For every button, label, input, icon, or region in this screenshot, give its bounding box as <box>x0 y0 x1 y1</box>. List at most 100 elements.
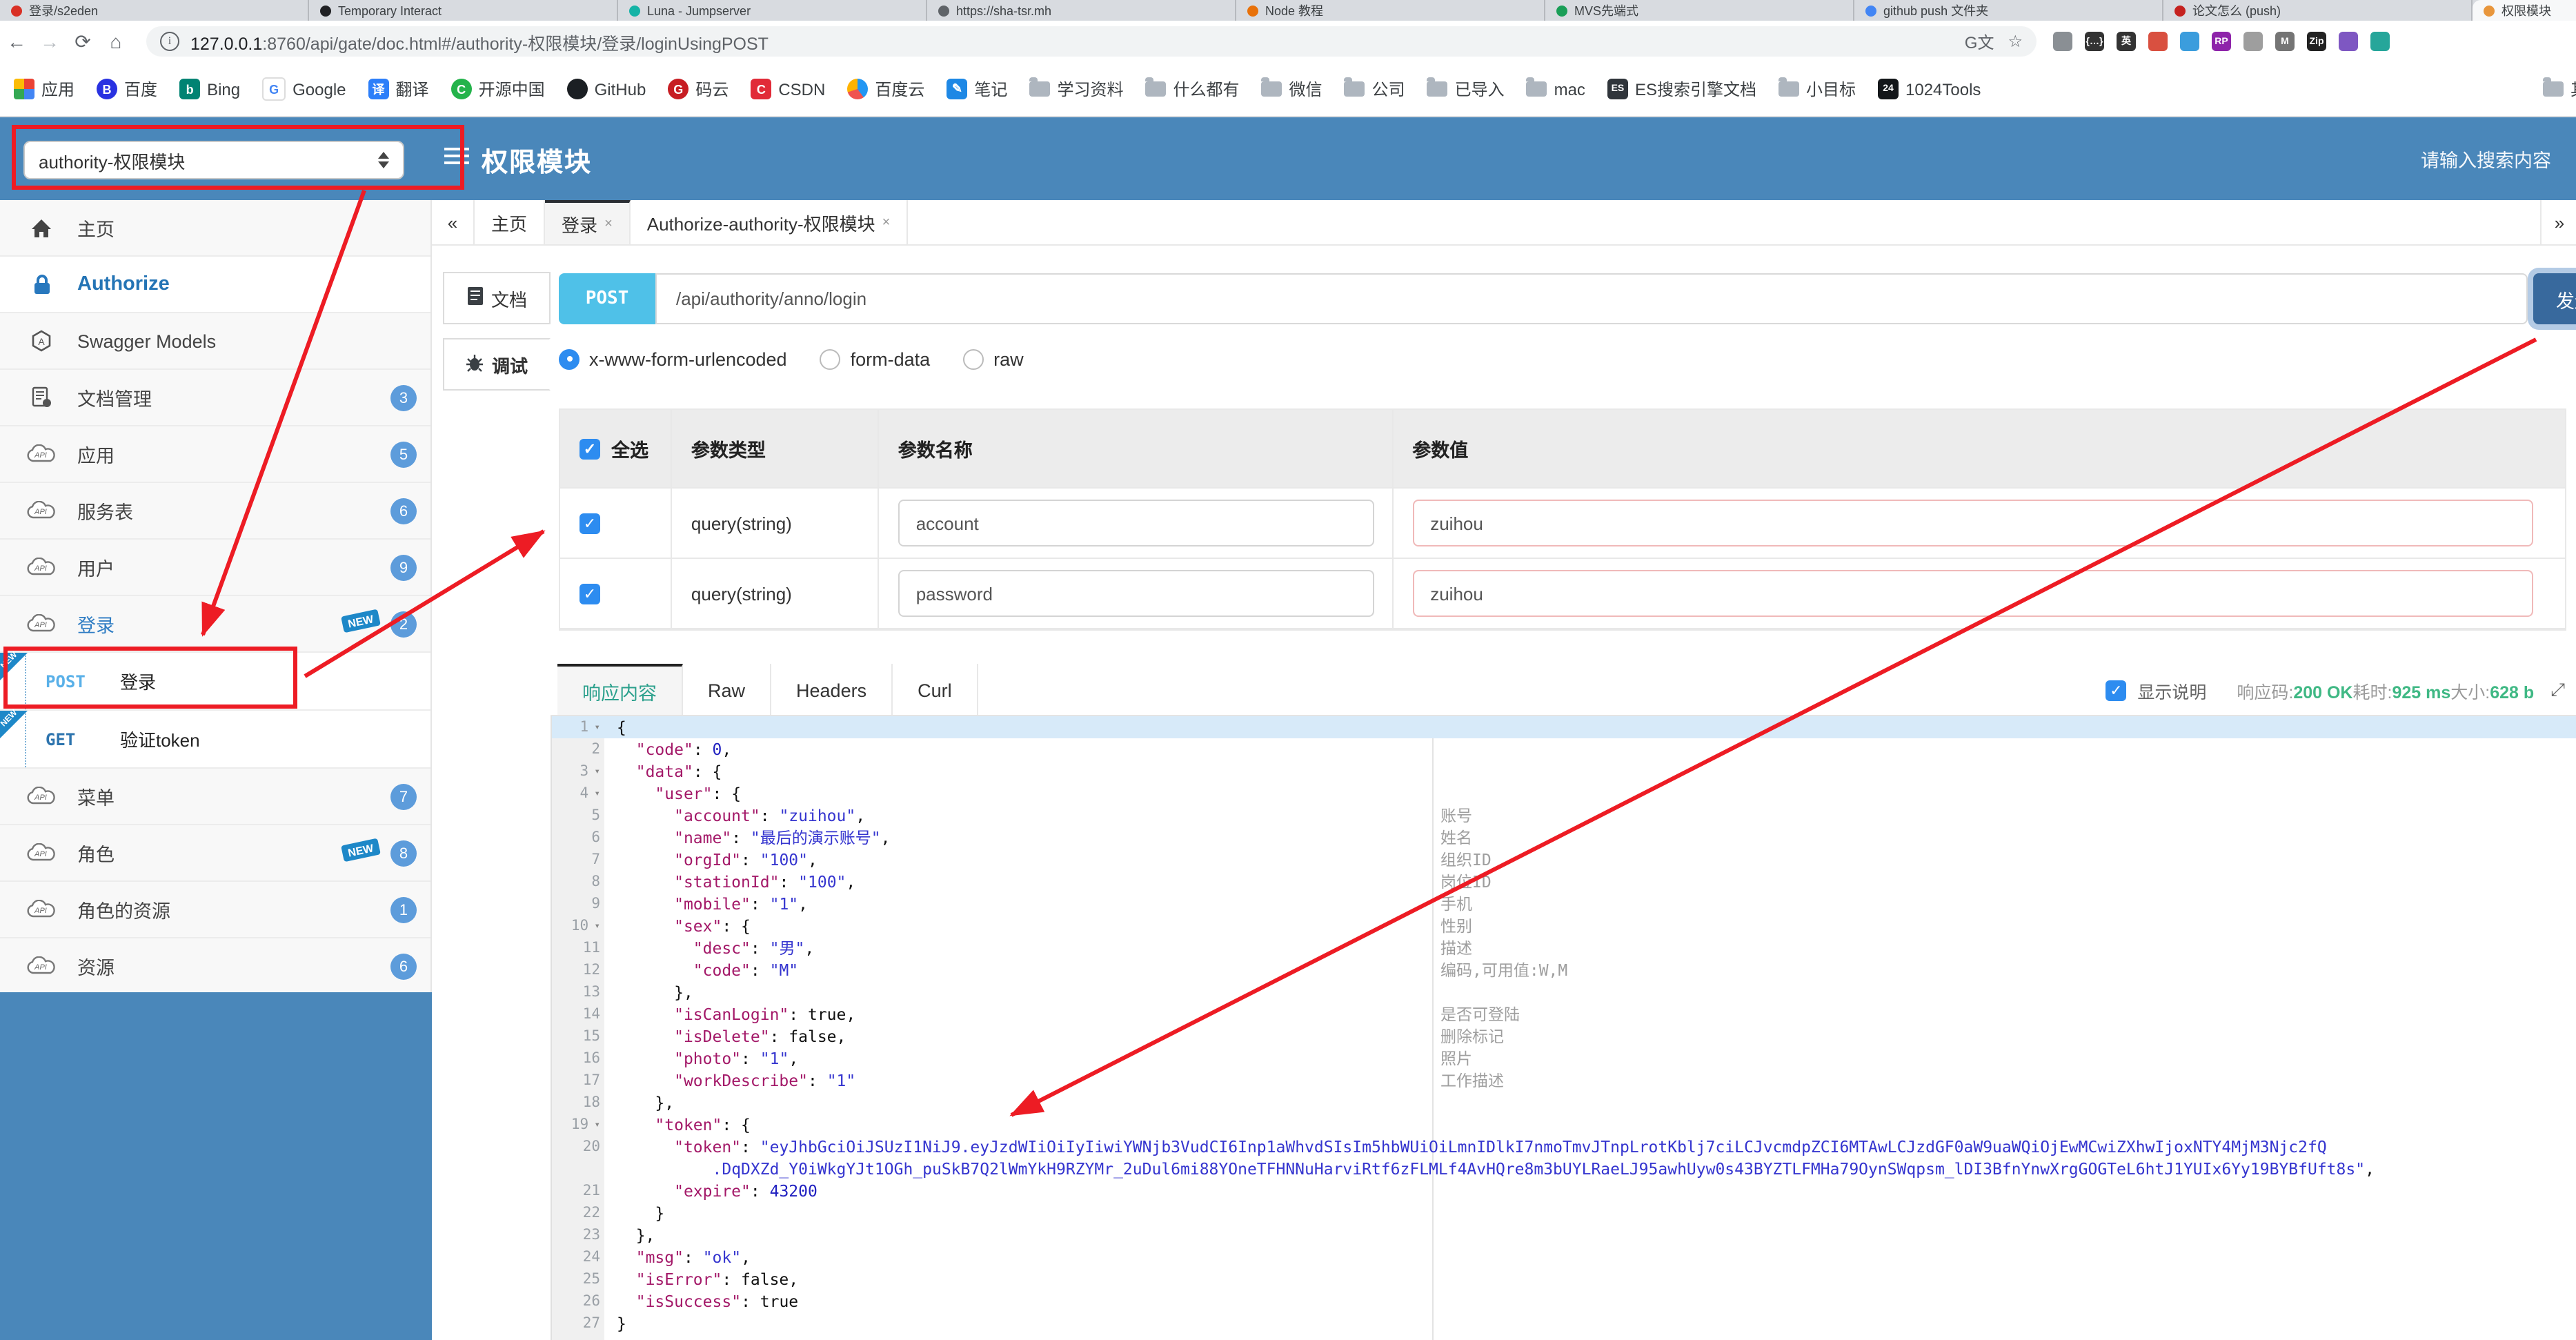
bookmark-item[interactable]: C 开源中国 <box>450 77 545 101</box>
response-tab-Raw[interactable]: Raw <box>683 664 772 716</box>
fold-caret-icon[interactable]: ▾ <box>588 788 600 799</box>
content-tab-登录[interactable]: 登录 × <box>545 200 631 244</box>
extension-icon[interactable] <box>2370 32 2390 51</box>
bookmark-item[interactable]: GitHub <box>566 79 646 99</box>
site-info-icon[interactable]: i <box>160 32 179 51</box>
sidebar-item-服务表[interactable]: API 服务表 6 <box>0 483 430 540</box>
extension-icon[interactable]: RP <box>2212 32 2231 51</box>
extension-icon[interactable]: Zip <box>2307 32 2326 51</box>
bookmark-item[interactable]: ✎ 笔记 <box>947 77 1007 101</box>
tabs-collapse-button[interactable]: « <box>432 200 475 244</box>
content-type-option[interactable]: x-www-form-urlencoded <box>559 348 787 369</box>
fold-caret-icon[interactable]: ▾ <box>588 722 600 733</box>
fold-caret-icon[interactable]: ▾ <box>588 766 600 777</box>
bookmark-item[interactable]: 已导入 <box>1427 77 1505 101</box>
content-tab-Authorize-authority-权限模块[interactable]: Authorize-authority-权限模块 × <box>631 200 909 244</box>
sidebar-item-get-验证token[interactable]: NEW GET 验证token <box>0 709 430 769</box>
fold-caret-icon[interactable]: ▾ <box>588 1119 600 1130</box>
bookmark-item[interactable]: 应用 <box>14 77 75 101</box>
sidebar-item-菜单[interactable]: API 菜单 7 <box>0 769 430 825</box>
bookmark-item[interactable]: 百度云 <box>847 77 924 101</box>
extension-icon[interactable] <box>2339 32 2358 51</box>
bookmark-item[interactable]: 24 1024Tools <box>1878 79 1981 99</box>
bookmark-item[interactable]: mac <box>1526 77 1585 99</box>
browser-tab[interactable]: Luna - Jumpserver <box>618 0 927 21</box>
extension-icon[interactable]: {…} <box>2085 32 2104 51</box>
extension-icon[interactable] <box>2243 32 2263 51</box>
param-value-input[interactable] <box>1412 570 2533 617</box>
sidebar-item-主页[interactable]: 主页 <box>0 200 430 257</box>
browser-tab[interactable]: https://sha-tsr.mh <box>927 0 1236 21</box>
bookmark-item[interactable]: 什么都有 <box>1145 77 1240 101</box>
module-select[interactable]: authority-权限模块 <box>23 141 404 179</box>
home-icon[interactable]: ⌂ <box>99 30 132 52</box>
content-type-option[interactable]: form-data <box>820 348 930 369</box>
bookmark-item[interactable]: B 百度 <box>97 77 157 101</box>
fold-caret-icon[interactable]: ▾ <box>588 920 600 932</box>
fullscreen-icon[interactable]: ⤢ <box>2550 679 2565 701</box>
select-all-checkbox[interactable]: ✓ <box>579 438 600 459</box>
show-description-checkbox[interactable]: ✓ <box>2106 680 2127 700</box>
browser-tab[interactable]: 登录/s2eden <box>0 0 309 21</box>
response-tab-Headers[interactable]: Headers <box>771 664 893 716</box>
browser-tab[interactable]: MVS先端式 <box>1545 0 1854 21</box>
forward-icon[interactable]: → <box>33 30 66 52</box>
browser-tab[interactable]: 论文怎么 (push) <box>2163 0 2473 21</box>
response-tab-Curl[interactable]: Curl <box>893 664 978 716</box>
translate-icon[interactable]: G文 <box>1965 30 1994 53</box>
radio-icon[interactable] <box>963 348 984 369</box>
bookmark-item[interactable]: 微信 <box>1261 77 1322 101</box>
bookmark-item[interactable]: G Google <box>262 77 346 101</box>
param-name-input[interactable] <box>898 570 1374 617</box>
bookmark-star-icon[interactable]: ☆ <box>2008 32 2023 51</box>
tabs-expand-button[interactable]: » <box>2540 200 2576 244</box>
menu-icon[interactable] <box>444 148 469 168</box>
bookmark-item[interactable]: 学习资料 <box>1029 77 1123 101</box>
radio-icon[interactable] <box>559 348 579 369</box>
sidebar-item-应用[interactable]: API 应用 5 <box>0 426 430 483</box>
sidebar-item-登录[interactable]: API 登录 NEW 2 <box>0 596 430 653</box>
browser-tab[interactable]: 权限模块 <box>2473 0 2576 21</box>
radio-icon[interactable] <box>820 348 841 369</box>
send-button[interactable]: 发送 <box>2533 273 2576 324</box>
browser-tab[interactable]: Temporary Interact <box>309 0 618 21</box>
sidebar-item-角色[interactable]: API 角色 NEW 8 <box>0 825 430 882</box>
bookmark-item[interactable]: G 码云 <box>668 77 729 101</box>
content-type-option[interactable]: raw <box>963 348 1024 369</box>
endpoint-url-input[interactable] <box>655 273 2528 324</box>
reload-icon[interactable]: ⟳ <box>66 30 99 53</box>
param-checkbox[interactable]: ✓ <box>579 583 600 604</box>
sidebar-item-Swagger Models[interactable]: A Swagger Models <box>0 313 430 370</box>
param-checkbox[interactable]: ✓ <box>579 513 600 533</box>
rail-tab-文档[interactable]: 文档 <box>443 272 551 324</box>
response-body-editor[interactable]: 1 ▾{2 "code": 0, 3 ▾ "data": {4 ▾ "user":… <box>551 716 2576 1340</box>
extension-icon[interactable]: M <box>2275 32 2295 51</box>
bookmark-item[interactable]: C CSDN <box>751 79 825 99</box>
rail-tab-调试[interactable]: 调试 <box>443 338 551 391</box>
content-tab-主页[interactable]: 主页 <box>475 200 546 244</box>
other-bookmarks[interactable]: 其他书签 <box>2543 77 2576 101</box>
sidebar-item-Authorize[interactable]: Authorize <box>0 257 430 313</box>
param-value-input[interactable] <box>1412 500 2533 546</box>
extension-icon[interactable] <box>2180 32 2199 51</box>
browser-tab[interactable]: Node 教程 <box>1236 0 1545 21</box>
sidebar-item-用户[interactable]: API 用户 9 <box>0 540 430 596</box>
extension-icon[interactable] <box>2148 32 2168 51</box>
sidebar-item-post-登录[interactable]: NEW POST 登录 <box>0 651 430 711</box>
param-name-input[interactable] <box>898 500 1374 546</box>
bookmark-item[interactable]: 公司 <box>1344 77 1405 101</box>
bookmark-item[interactable]: 译翻译 <box>368 77 429 101</box>
sidebar-item-角色的资源[interactable]: API 角色的资源 1 <box>0 882 430 938</box>
bookmark-item[interactable]: b Bing <box>179 79 240 99</box>
close-icon[interactable]: × <box>604 216 613 231</box>
extension-icon[interactable]: 英 <box>2117 32 2136 51</box>
response-tab-响应内容[interactable]: 响应内容 <box>557 664 683 716</box>
sidebar-item-文档管理[interactable]: 文档管理 3 <box>0 370 430 426</box>
browser-tab[interactable]: github push 文件夹 <box>1854 0 2163 21</box>
address-bar[interactable]: i 127.0.0.1:8760/api/gate/doc.html#/auth… <box>146 26 2037 57</box>
sidebar-item-资源[interactable]: API 资源 6 <box>0 938 430 995</box>
close-icon[interactable]: × <box>882 215 891 230</box>
search-input[interactable] <box>2259 141 2554 179</box>
bookmark-item[interactable]: ES ES搜索引擎文档 <box>1607 77 1756 101</box>
bookmark-item[interactable]: 小目标 <box>1778 77 1856 101</box>
